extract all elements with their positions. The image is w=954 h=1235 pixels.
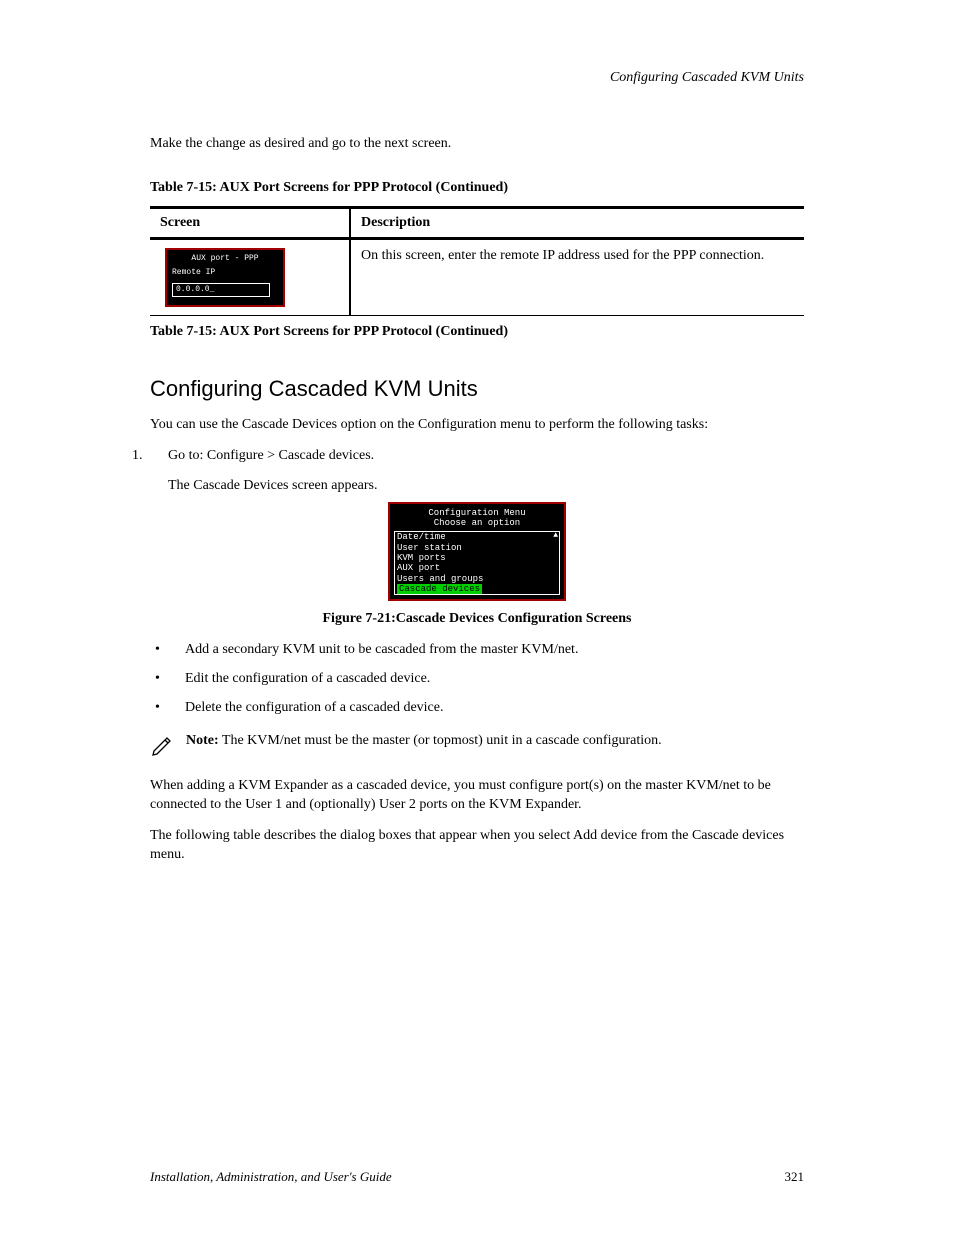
running-header: Configuring Cascaded KVM Units <box>150 70 804 86</box>
bullet-3: •Delete the configuration of a cascaded … <box>185 699 804 718</box>
step-1: 1.Go to: Configure > Cascade devices. <box>168 447 804 466</box>
bullet-3-text: Delete the configuration of a cascaded d… <box>185 700 443 715</box>
bullet-1: •Add a secondary KVM unit to be cascaded… <box>185 641 804 660</box>
remote-ip-input[interactable]: 0.0.0.0_ <box>172 283 270 297</box>
post-note-2: The following table describes the dialog… <box>150 827 804 865</box>
osd-configuration-menu: Configuration Menu Choose an option ▲ Da… <box>388 502 566 602</box>
menu-item-aux-port[interactable]: AUX port <box>397 563 557 573</box>
menu-item-cascade-devices[interactable]: Cascade devices <box>397 584 482 594</box>
col-description: Description <box>350 208 804 239</box>
table-row: AUX port - PPP Remote IP 0.0.0.0_ On thi… <box>150 239 804 316</box>
page-footer: Installation, Administration, and User's… <box>150 1169 804 1185</box>
osd-title: AUX port - PPP <box>172 254 278 264</box>
table-caption-top: Table 7-15: AUX Port Screens for PPP Pro… <box>150 180 804 196</box>
section-heading: Configuring Cascaded KVM Units <box>150 376 804 402</box>
bullet-2-text: Edit the configuration of a cascaded dev… <box>185 671 430 686</box>
table-caption-bottom: Table 7-15: AUX Port Screens for PPP Pro… <box>150 324 804 340</box>
aux-port-table: Screen Description AUX port - PPP Remote… <box>150 206 804 316</box>
row-description: On this screen, enter the remote IP addr… <box>350 239 804 316</box>
menu-item-users-groups[interactable]: Users and groups <box>397 574 557 584</box>
osd-aux-ppp: AUX port - PPP Remote IP 0.0.0.0_ <box>165 248 285 307</box>
bullet-1-text: Add a secondary KVM unit to be cascaded … <box>185 642 578 657</box>
page-number: 321 <box>785 1169 805 1185</box>
pencil-note-icon <box>150 732 176 763</box>
figure-caption: Figure 7-21:Cascade Devices Configuratio… <box>150 611 804 627</box>
note-text: The KVM/net must be the master (or topmo… <box>222 733 662 748</box>
osd-remote-ip-label: Remote IP <box>172 268 278 278</box>
osd2-listbox[interactable]: ▲ Date/time User station KVM ports AUX p… <box>394 531 560 595</box>
step-result: The Cascade Devices screen appears. <box>168 478 804 494</box>
menu-item-user-station[interactable]: User station <box>397 543 557 553</box>
osd2-title-2: Choose an option <box>394 518 560 528</box>
menu-item-kvm-ports[interactable]: KVM ports <box>397 553 557 563</box>
osd2-title-1: Configuration Menu <box>394 508 560 518</box>
scroll-up-icon: ▲ <box>553 531 558 540</box>
bullet-2: •Edit the configuration of a cascaded de… <box>185 670 804 689</box>
post-note-1: When adding a KVM Expander as a cascaded… <box>150 777 804 815</box>
note-label: Note: <box>186 733 219 748</box>
menu-item-datetime[interactable]: Date/time <box>397 532 557 542</box>
instruction-text: Make the change as desired and go to the… <box>150 136 804 152</box>
intro-text: You can use the Cascade Devices option o… <box>150 416 804 435</box>
col-screen: Screen <box>150 208 350 239</box>
note-block: Note: The KVM/net must be the master (or… <box>150 732 804 763</box>
step-1-text: Go to: Configure > Cascade devices. <box>168 448 374 463</box>
footer-left: Installation, Administration, and User's… <box>150 1169 392 1185</box>
